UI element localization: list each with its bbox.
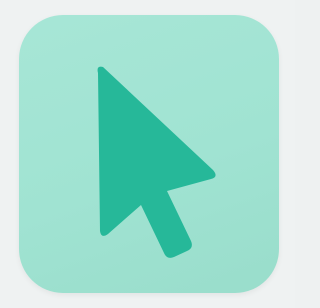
icon-canvas <box>0 0 295 308</box>
app-icon-tile[interactable] <box>19 15 279 293</box>
cursor-arrow-icon <box>97 66 216 258</box>
